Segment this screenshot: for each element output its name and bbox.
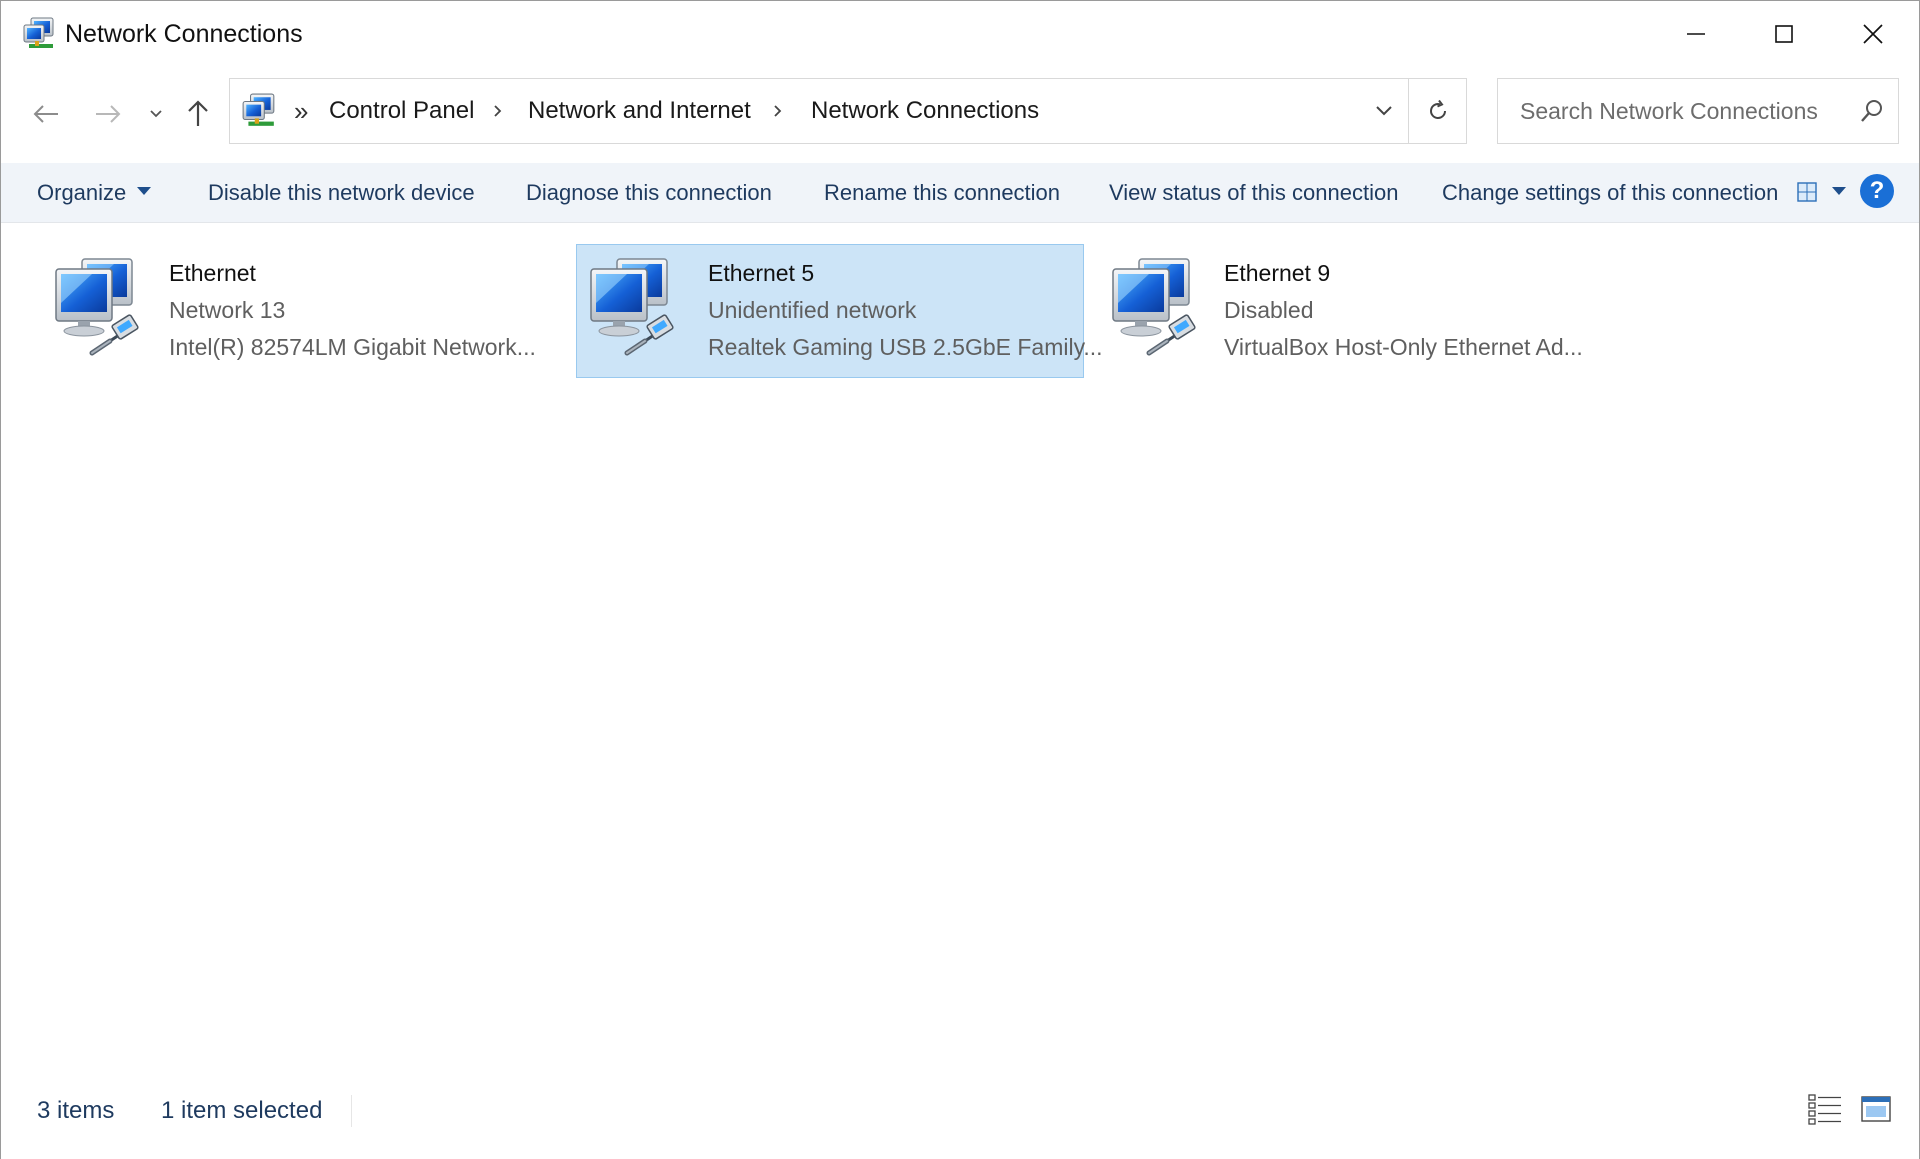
- chevron-right-icon[interactable]: [770, 99, 786, 123]
- window-title: Network Connections: [65, 20, 303, 48]
- connection-item-ethernet[interactable]: Ethernet Network 13 Intel(R) 82574LM Gig…: [41, 244, 549, 378]
- rename-connection-button[interactable]: Rename this connection: [824, 180, 1060, 206]
- connection-adapter: VirtualBox Host-Only Ethernet Ad...: [1224, 334, 1583, 360]
- refresh-icon: [1429, 99, 1446, 119]
- connection-name: Ethernet 9: [1224, 260, 1331, 286]
- up-arrow-icon: [188, 100, 208, 126]
- caret-down-icon[interactable]: [137, 187, 151, 195]
- breadcrumb-control-panel[interactable]: Control Panel: [329, 97, 474, 125]
- change-settings-button[interactable]: Change settings of this connection: [1442, 180, 1778, 206]
- large-icons-view-icon[interactable]: [1860, 1093, 1892, 1125]
- search-icon[interactable]: [1858, 97, 1886, 125]
- disable-device-button[interactable]: Disable this network device: [208, 180, 475, 206]
- breadcrumb-network-and-internet[interactable]: Network and Internet: [528, 97, 751, 125]
- connection-adapter: Realtek Gaming USB 2.5GbE Family...: [708, 334, 1103, 360]
- back-button[interactable]: [23, 91, 69, 137]
- search-input[interactable]: Search Network Connections: [1520, 98, 1818, 125]
- view-options-caret-icon[interactable]: [1832, 187, 1846, 195]
- diagnose-connection-button[interactable]: Diagnose this connection: [526, 180, 772, 206]
- connection-name: Ethernet 5: [708, 260, 815, 286]
- ethernet-connection-icon: [587, 253, 679, 363]
- network-connections-window: Network Connections » Control Panel Netw…: [0, 0, 1920, 1159]
- maximize-icon: [1775, 25, 1793, 43]
- connection-adapter: Intel(R) 82574LM Gigabit Network...: [169, 334, 536, 360]
- close-icon: [1863, 24, 1883, 44]
- organize-menu[interactable]: Organize: [37, 180, 126, 206]
- connection-name: Ethernet: [169, 260, 256, 286]
- selected-count: 1 item selected: [161, 1097, 323, 1124]
- ethernet-connection-icon: [52, 253, 144, 363]
- address-bar[interactable]: » Control Panel Network and Internet Net…: [229, 78, 1467, 144]
- connection-status: Disabled: [1224, 297, 1314, 323]
- back-arrow-icon: [33, 105, 58, 123]
- status-bar: 3 items 1 item selected: [1, 1073, 1919, 1159]
- network-connections-icon: [23, 17, 55, 51]
- command-bar: Organize Disable this network device Dia…: [1, 163, 1919, 223]
- connection-status: Unidentified network: [708, 297, 917, 323]
- breadcrumb-network-connections[interactable]: Network Connections: [811, 97, 1039, 125]
- connection-item-ethernet-5[interactable]: Ethernet 5 Unidentified network Realtek …: [576, 244, 1103, 378]
- chevron-down-icon: [1376, 106, 1392, 116]
- ethernet-connection-icon: [1109, 253, 1201, 363]
- connection-status: Network 13: [169, 297, 286, 323]
- address-row: » Control Panel Network and Internet Net…: [1, 69, 1919, 163]
- recent-locations-button[interactable]: [143, 91, 169, 137]
- connection-item-ethernet-9[interactable]: Ethernet 9 Disabled VirtualBox Host-Only…: [1098, 244, 1606, 378]
- status-divider: [351, 1095, 352, 1127]
- forward-arrow-icon: [96, 105, 121, 123]
- up-button[interactable]: [175, 91, 221, 137]
- item-count: 3 items: [37, 1097, 115, 1124]
- close-button[interactable]: [1829, 1, 1917, 67]
- minimize-icon: [1687, 33, 1705, 35]
- refresh-button[interactable]: [1408, 79, 1466, 143]
- title-bar[interactable]: Network Connections: [1, 1, 1919, 69]
- chevron-right-icon[interactable]: [490, 99, 506, 123]
- connections-list: Ethernet Network 13 Intel(R) 82574LM Gig…: [1, 223, 1919, 1073]
- help-button[interactable]: ?: [1860, 174, 1894, 208]
- details-view-icon[interactable]: [1807, 1093, 1843, 1125]
- breadcrumb-overflow[interactable]: »: [294, 96, 308, 127]
- change-view-icon[interactable]: [1795, 179, 1819, 205]
- address-dropdown-button[interactable]: [1360, 79, 1408, 143]
- minimize-button[interactable]: [1652, 1, 1740, 67]
- forward-button[interactable]: [85, 91, 131, 137]
- chevron-down-icon: [150, 110, 162, 118]
- maximize-button[interactable]: [1740, 1, 1828, 67]
- view-status-button[interactable]: View status of this connection: [1109, 180, 1398, 206]
- network-connections-icon: [242, 93, 276, 129]
- search-box[interactable]: Search Network Connections: [1497, 78, 1899, 144]
